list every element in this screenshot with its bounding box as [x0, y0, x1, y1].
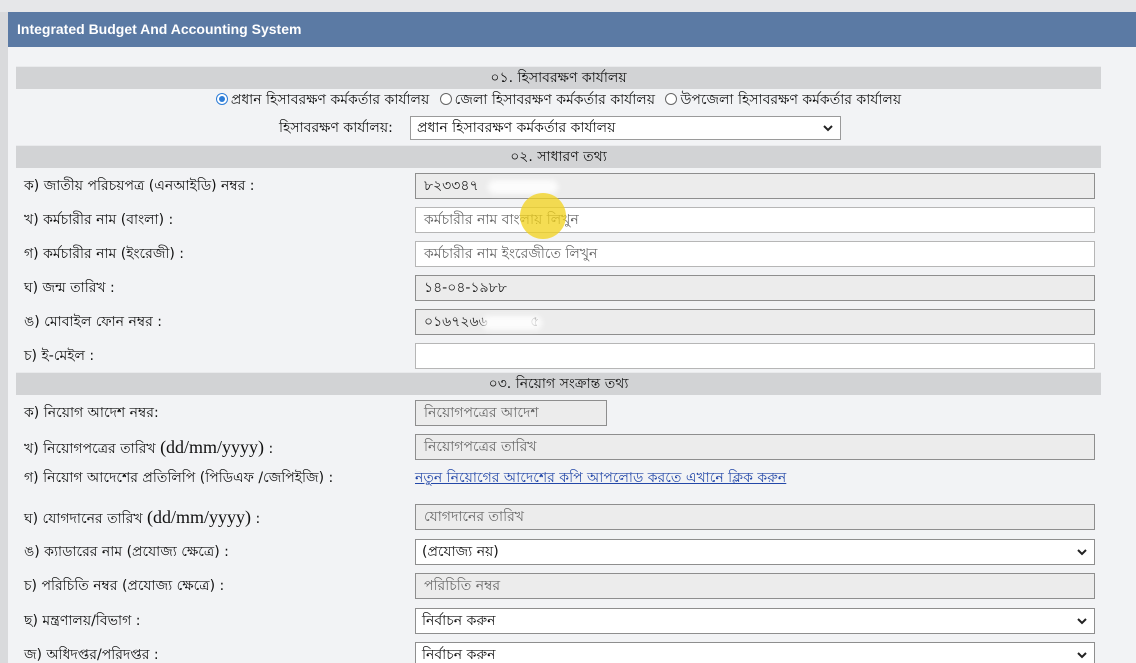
office-select[interactable]: প্রধান হিসাবরক্ষণ কর্মকর্তার কার্যালয় [410, 116, 841, 140]
radio-option-district-office[interactable]: জেলা হিসাবরক্ষণ কর্মকর্তার কার্যালয় [439, 90, 655, 110]
privacy-blur [482, 316, 542, 330]
join-date-label-text: ঘ) যোগদানের তারিখ [24, 511, 148, 527]
row-nid: ক) জাতীয় পরিচয়পত্র (এনআইডি) নম্বর : ৮২… [16, 172, 1101, 202]
row-order-date: খ) নিয়োগপত্রের তারিখ (dd/mm/yyyy) : নিয… [16, 433, 1101, 463]
directorate-select-value: নির্বাচন করুন [422, 647, 496, 663]
order-date-input[interactable]: নিয়োগপত্রের তারিখ [415, 434, 1095, 460]
chevron-down-icon [1077, 549, 1087, 556]
section-header-office: ০১. হিসাবরক্ষণ কার্যালয় [16, 66, 1101, 89]
order-no-input[interactable]: নিয়োগপত্রের আদেশ [415, 400, 607, 426]
ministry-select-value: নির্বাচন করুন [422, 613, 496, 629]
row-join-date: ঘ) যোগদানের তারিখ (dd/mm/yyyy) : যোগদানে… [16, 503, 1101, 533]
section-heading: ০৩. নিয়োগ সংক্রান্ত তথ্য [488, 376, 629, 392]
row-ministry: ছ) মন্ত্রণালয়/বিভাগ : নির্বাচন করুন [16, 607, 1101, 637]
order-date-format: (dd/mm/yyyy) [160, 437, 265, 457]
identity-no-placeholder: পরিচিতি নম্বর [424, 578, 501, 594]
mobile-label: ঙ) মোবাইল ফোন নম্বর : [24, 314, 162, 330]
radio-unchecked-icon[interactable] [665, 93, 678, 105]
mobile-value: ০১৬৭২৬৬ [424, 314, 488, 330]
order-date-label-text: খ) নিয়োগপত্রের তারিখ [24, 441, 161, 457]
order-date-placeholder: নিয়োগপত্রের তারিখ [424, 439, 537, 455]
join-date-placeholder: যোগদানের তারিখ [424, 509, 524, 525]
row-order-copy: গ) নিয়োগ আদেশের প্রতিলিপি (পিডিএফ /জেপি… [16, 464, 1101, 494]
nid-value: ৮২৩৩৪৭ [424, 178, 479, 194]
order-no-placeholder: নিয়োগপত্রের আদেশ [424, 405, 539, 421]
screen: Integrated Budget And Accounting System … [0, 0, 1136, 663]
privacy-blur [488, 180, 558, 194]
radio-checked-icon[interactable] [215, 93, 228, 105]
row-directorate: জ) অধিদপ্তর/পরিদপ্তর : নির্বাচন করুন [16, 641, 1101, 663]
app-title-bar: Integrated Budget And Accounting System [8, 12, 1136, 47]
order-date-label: খ) নিয়োগপত্রের তারিখ (dd/mm/yyyy) : [24, 433, 273, 463]
identity-no-input[interactable]: পরিচিতি নম্বর [415, 573, 1095, 599]
order-no-label: ক) নিয়োগ আদেশ নম্বর: [24, 405, 159, 421]
directorate-label: জ) অধিদপ্তর/পরিদপ্তর : [24, 647, 159, 663]
section-header-general: ০২. সাধারণ তথ্য [16, 145, 1101, 168]
row-cadre: ঙ) ক্যাডারের নাম (প্রযোজ্য ক্ষেত্রে) : (… [16, 538, 1101, 568]
office-select-label: হিসাবরক্ষণ কার্যালয়: [279, 120, 393, 136]
row-dob: ঘ) জন্ম তারিখ : ১৪-০৪-১৯৮৮ [16, 274, 1101, 304]
cadre-select-value: (প্রযোজ্য নয়) [422, 544, 499, 560]
browser-top-strip [0, 0, 1136, 12]
ministry-label: ছ) মন্ত্রণালয়/বিভাগ : [24, 613, 141, 629]
email-label: চ) ই-মেইল : [24, 348, 95, 364]
upload-order-copy-link[interactable]: নতুন নিয়োগের আদেশের কপি আপলোড করতে এখান… [415, 464, 786, 492]
section-header-appointment: ০৩. নিয়োগ সংক্রান্ত তথ্য [16, 372, 1101, 395]
email-input[interactable] [415, 343, 1095, 369]
radio-label: উপজেলা হিসাবরক্ষণ কর্মকর্তার কার্যালয় [680, 92, 902, 108]
identity-no-label: চ) পরিচিতি নম্বর (প্রযোজ্য ক্ষেত্রে) : [24, 578, 225, 594]
name-en-placeholder: কর্মচারীর নাম ইংরেজীতে লিখুন [424, 246, 598, 262]
row-mobile: ঙ) মোবাইল ফোন নম্বর : ০১৬৭২৬৬ ৫ [16, 308, 1101, 338]
join-date-input[interactable]: যোগদানের তারিখ [415, 504, 1095, 530]
ministry-select[interactable]: নির্বাচন করুন [415, 608, 1095, 634]
join-date-label: ঘ) যোগদানের তারিখ (dd/mm/yyyy) : [24, 503, 260, 533]
office-type-radio-group: প্রধান হিসাবরক্ষণ কর্মকর্তার কার্যালয় জ… [16, 90, 1101, 110]
dob-value: ১৪-০৪-১৯৮৮ [424, 280, 507, 296]
chevron-down-icon [1077, 618, 1087, 625]
cadre-select[interactable]: (প্রযোজ্য নয়) [415, 539, 1095, 565]
radio-option-chief-office[interactable]: প্রধান হিসাবরক্ষণ কর্মকর্তার কার্যালয় [215, 90, 430, 110]
row-name-en: গ) কর্মচারীর নাম (ইংরেজী) : কর্মচারীর না… [16, 240, 1101, 270]
name-bn-input[interactable]: কর্মচারীর নাম বাংলায় লিখুন [415, 207, 1095, 233]
chevron-down-icon [823, 125, 833, 132]
nid-label: ক) জাতীয় পরিচয়পত্র (এনআইডি) নম্বর : [24, 178, 255, 194]
cursor-highlight [520, 193, 566, 239]
row-order-no: ক) নিয়োগ আদেশ নম্বর: নিয়োগপত্রের আদেশ [16, 399, 1101, 429]
row-email: চ) ই-মেইল : [16, 342, 1101, 372]
join-date-format: (dd/mm/yyyy) [147, 507, 252, 527]
name-bn-label: খ) কর্মচারীর নাম (বাংলা) : [24, 212, 174, 228]
radio-option-upazila-office[interactable]: উপজেলা হিসাবরক্ষণ কর্মকর্তার কার্যালয় [665, 90, 901, 110]
name-en-input[interactable]: কর্মচারীর নাম ইংরেজীতে লিখুন [415, 241, 1095, 267]
radio-unchecked-icon[interactable] [439, 93, 452, 105]
cadre-label: ঙ) ক্যাডারের নাম (প্রযোজ্য ক্ষেত্রে) : [24, 544, 229, 560]
office-select-row: হিসাবরক্ষণ কার্যালয়: [279, 115, 393, 141]
row-identity-no: চ) পরিচিতি নম্বর (প্রযোজ্য ক্ষেত্রে) : প… [16, 572, 1101, 602]
section-heading: ০২. সাধারণ তথ্য [510, 149, 607, 165]
app-title: Integrated Budget And Accounting System [17, 21, 302, 37]
dob-field[interactable]: ১৪-০৪-১৯৮৮ [415, 275, 1095, 301]
directorate-select[interactable]: নির্বাচন করুন [415, 642, 1095, 663]
name-en-label: গ) কর্মচারীর নাম (ইংরেজী) : [24, 246, 185, 262]
dob-label: ঘ) জন্ম তারিখ : [24, 280, 115, 296]
chevron-down-icon [1077, 652, 1087, 659]
section-heading: ০১. হিসাবরক্ষণ কার্যালয় [490, 70, 627, 86]
office-select-value: প্রধান হিসাবরক্ষণ কর্মকর্তার কার্যালয় [417, 120, 616, 136]
radio-label: জেলা হিসাবরক্ষণ কর্মকর্তার কার্যালয় [454, 92, 655, 108]
order-copy-label: গ) নিয়োগ আদেশের প্রতিলিপি (পিডিএফ /জেপি… [24, 470, 334, 486]
join-date-colon: : [251, 511, 261, 527]
radio-label: প্রধান হিসাবরক্ষণ কর্মকর্তার কার্যালয় [230, 92, 430, 108]
order-date-colon: : [264, 441, 274, 457]
